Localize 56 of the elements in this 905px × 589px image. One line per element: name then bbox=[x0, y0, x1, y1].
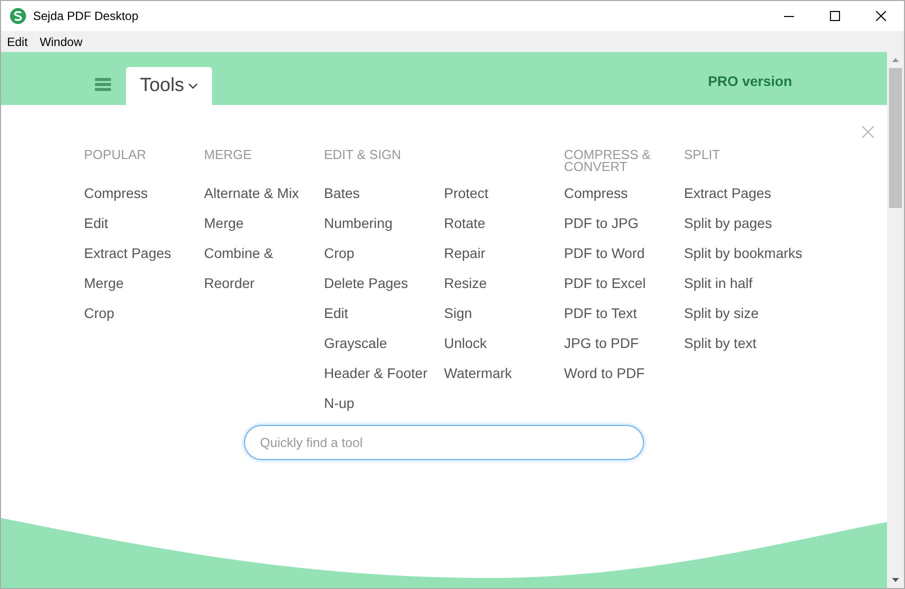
tool-link[interactable]: Compress bbox=[564, 183, 628, 213]
scrollbar[interactable] bbox=[887, 52, 904, 588]
tool-link[interactable]: Sign bbox=[444, 303, 472, 333]
tool-link[interactable]: PDF to Text bbox=[564, 303, 637, 333]
tool-link[interactable]: N-up bbox=[324, 393, 354, 423]
tool-link[interactable]: Resize bbox=[444, 273, 487, 303]
close-icon bbox=[876, 11, 886, 21]
close-icon[interactable] bbox=[862, 126, 874, 138]
tool-link[interactable]: Grayscale bbox=[324, 333, 388, 363]
tool-link[interactable]: Split by size bbox=[684, 303, 759, 333]
tool-link[interactable]: PDF to JPG bbox=[564, 213, 639, 243]
tool-link[interactable]: Reorder bbox=[204, 273, 255, 303]
tool-link[interactable]: Split by bookmarks bbox=[684, 243, 802, 273]
tool-link[interactable]: Extract Pages bbox=[84, 243, 172, 273]
tool-link[interactable]: Repair bbox=[444, 243, 486, 273]
category-heading: EDIT & SIGN bbox=[324, 147, 402, 161]
tool-link[interactable]: Unlock bbox=[444, 333, 487, 363]
window-title: Sejda PDF Desktop bbox=[33, 8, 138, 25]
tool-link[interactable]: Merge bbox=[204, 213, 244, 243]
tool-link[interactable]: Watermark bbox=[444, 363, 512, 393]
tool-link[interactable]: Bates bbox=[324, 183, 360, 213]
tool-link[interactable]: PDF to Word bbox=[564, 243, 645, 273]
tool-link[interactable]: Merge bbox=[84, 273, 124, 303]
tool-link[interactable]: Word to PDF bbox=[564, 363, 645, 393]
tool-link[interactable]: Crop bbox=[84, 303, 114, 333]
tool-link[interactable]: PDF to Excel bbox=[564, 273, 646, 303]
tool-link[interactable]: JPG to PDF bbox=[564, 333, 639, 363]
tool-link[interactable]: Edit bbox=[324, 303, 348, 333]
tools-tab[interactable]: Tools bbox=[126, 67, 212, 105]
chevron-down-icon bbox=[188, 83, 198, 89]
tool-link[interactable]: Split in half bbox=[684, 273, 752, 303]
tool-link[interactable]: Delete Pages bbox=[324, 273, 408, 303]
search-field[interactable]: Quickly find a tool bbox=[244, 425, 644, 460]
category-heading: SPLIT bbox=[684, 147, 722, 161]
tool-link[interactable]: Edit bbox=[84, 213, 108, 243]
menu-icon[interactable] bbox=[95, 78, 111, 91]
app-logo-icon bbox=[10, 8, 26, 24]
tool-link[interactable]: Alternate & Mix bbox=[204, 183, 299, 213]
tool-link[interactable]: Numbering bbox=[324, 213, 392, 243]
maximize-icon bbox=[830, 11, 840, 21]
category-heading: POPULAR bbox=[84, 147, 148, 161]
tool-link[interactable]: Rotate bbox=[444, 213, 486, 243]
menu-item[interactable]: Window bbox=[34, 32, 88, 50]
tool-link[interactable]: Header & Footer bbox=[324, 363, 428, 393]
pro-version-link[interactable]: PRO version bbox=[708, 71, 792, 92]
category-heading: MERGE bbox=[204, 147, 253, 161]
tool-link[interactable]: Crop bbox=[324, 243, 354, 273]
tool-link[interactable]: Compress bbox=[84, 183, 148, 213]
tool-link[interactable]: Combine & bbox=[204, 243, 274, 273]
tool-link[interactable]: Split by text bbox=[684, 333, 756, 363]
tool-link[interactable]: Split by pages bbox=[684, 213, 772, 243]
tool-link[interactable]: Protect bbox=[444, 183, 488, 213]
category-heading: COMPRESS & CONVERT bbox=[564, 147, 652, 173]
menu-item[interactable]: Edit bbox=[1, 32, 34, 50]
tool-link[interactable]: Extract Pages bbox=[684, 183, 772, 213]
scroll-thumb[interactable] bbox=[889, 68, 902, 208]
